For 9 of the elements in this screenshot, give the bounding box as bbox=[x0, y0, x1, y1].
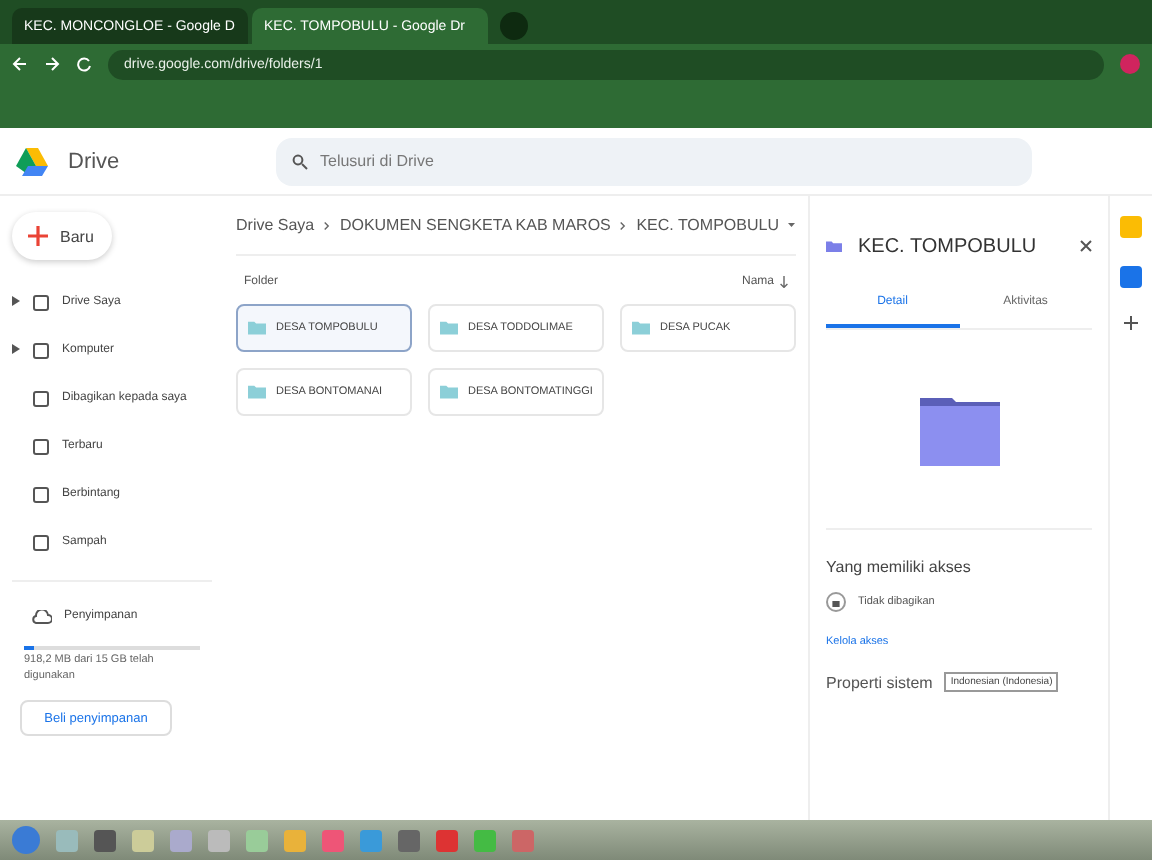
section-heading: Properti sistem bbox=[826, 673, 933, 691]
breadcrumb-item[interactable]: KEC. TOMPOBULU bbox=[636, 216, 779, 234]
breadcrumb-item[interactable]: DOKUMEN SENGKETA KAB MAROS bbox=[339, 216, 611, 234]
search-field[interactable]: Telusuri di Drive bbox=[276, 137, 1032, 185]
new-button[interactable]: Baru bbox=[12, 212, 112, 260]
breadcrumb-item[interactable]: Drive Saya bbox=[236, 216, 315, 234]
access-heading: Yang memiliki akses bbox=[826, 558, 973, 576]
drive-title: Drive bbox=[68, 149, 122, 173]
details-title: KEC. TOMPOBULU bbox=[858, 235, 1039, 257]
